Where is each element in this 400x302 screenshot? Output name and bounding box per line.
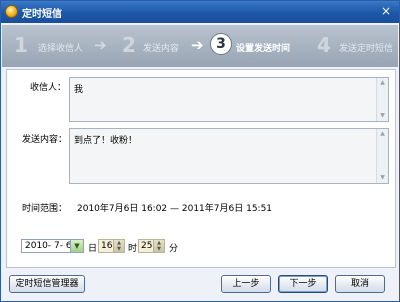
dialog-window: 定时短信 × 1 选择收信人 ➔ 2 发送内容 ➔ 3 设置发送时间 4 发送定… [0, 0, 400, 302]
spinner-icon[interactable]: ▲ ▼ [113, 240, 124, 252]
content-field[interactable]: 到点了！收粉！ ▲ ▼ [69, 128, 389, 184]
step-3-number: 3 [210, 33, 232, 55]
date-value: 2010- 7- 6 [25, 241, 72, 251]
app-icon [5, 5, 18, 18]
content-value: 到点了！收粉！ [74, 136, 138, 146]
recipient-label: 收信人： [30, 83, 67, 93]
arrow-icon: ➔ [191, 36, 204, 54]
prev-button[interactable]: 上一步 [221, 275, 271, 293]
step-4-number: 4 [317, 33, 331, 57]
scroll-down-icon[interactable]: ▼ [378, 112, 387, 120]
hour-stepper[interactable]: 16 ▲ ▼ [98, 239, 125, 253]
wizard-steps: 1 选择收信人 ➔ 2 发送内容 ➔ 3 设置发送时间 4 发送定时短信 [2, 25, 398, 67]
minute-stepper[interactable]: 25 ▲ ▼ [138, 239, 165, 253]
arrow-icon: ➔ [94, 36, 107, 54]
day-unit: 日 [88, 244, 98, 254]
scroll-down-icon[interactable]: ▼ [378, 174, 387, 182]
step-2-number: 2 [122, 33, 136, 57]
range-value: 2010年7月6日 16:02 — 2011年7月6日 15:51 [77, 204, 273, 214]
calendar-dropdown-icon[interactable]: ▼ [70, 240, 83, 252]
window-title: 定时短信 [22, 9, 62, 20]
step-3-label: 设置发送时间 [236, 44, 291, 54]
step-4-label: 发送定时短信 [339, 44, 394, 54]
minute-value: 25 [141, 241, 153, 251]
close-icon[interactable]: × [377, 4, 395, 20]
scroll-up-icon[interactable]: ▲ [378, 79, 387, 87]
scrollbar[interactable]: ▲ ▼ [376, 78, 388, 121]
scroll-up-icon[interactable]: ▲ [378, 130, 387, 138]
hour-unit: 时 [128, 244, 138, 254]
recipient-value: 我 [74, 85, 84, 95]
next-button[interactable]: 下一步 [278, 275, 328, 293]
date-picker[interactable]: 2010- 7- 6 ▼ [21, 239, 84, 253]
minute-unit: 分 [169, 244, 179, 254]
range-label: 时间范围： [22, 204, 68, 214]
title-bar: 定时短信 × [1, 1, 399, 23]
spinner-icon[interactable]: ▲ ▼ [153, 240, 164, 252]
step-2-label: 发送内容 [143, 44, 180, 54]
step-1-number: 1 [14, 33, 28, 57]
content-label: 发送内容： [22, 135, 68, 145]
cancel-button[interactable]: 取消 [335, 275, 385, 293]
step-1-label: 选择收信人 [38, 44, 84, 54]
scrollbar[interactable]: ▲ ▼ [376, 129, 388, 183]
hour-value: 16 [101, 241, 113, 251]
recipient-field[interactable]: 我 ▲ ▼ [69, 77, 389, 122]
manager-button[interactable]: 定时短信管理器 [9, 275, 85, 293]
